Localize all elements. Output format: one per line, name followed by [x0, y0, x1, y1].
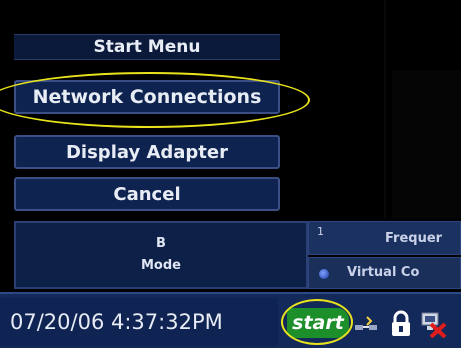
network-icon[interactable]	[352, 308, 382, 340]
display-adapter-button[interactable]: Display Adapter	[14, 135, 280, 169]
clock: 07/20/06 4:37:32PM	[0, 298, 278, 346]
image-area	[392, 70, 461, 218]
virtual-convex-row[interactable]: Virtual Co	[308, 257, 461, 289]
radio-dot-icon	[319, 269, 329, 279]
b-mode-button[interactable]: B Mode	[14, 221, 308, 289]
frequency-row[interactable]: 1 Frequer	[308, 221, 461, 255]
row-number: 1	[317, 225, 324, 238]
disconnect-icon[interactable]	[418, 308, 448, 340]
mode-line-2: Mode	[141, 258, 181, 273]
cancel-button[interactable]: Cancel	[14, 177, 280, 211]
lock-icon[interactable]	[388, 308, 414, 340]
start-menu-title: Start Menu	[14, 34, 280, 60]
virtual-label: Virtual Co	[347, 265, 420, 280]
divider	[384, 0, 386, 218]
highlight-ellipse	[0, 72, 310, 128]
frequency-label: Frequer	[385, 231, 443, 246]
mode-line-1: B	[156, 236, 166, 251]
highlight-ellipse	[281, 299, 353, 345]
